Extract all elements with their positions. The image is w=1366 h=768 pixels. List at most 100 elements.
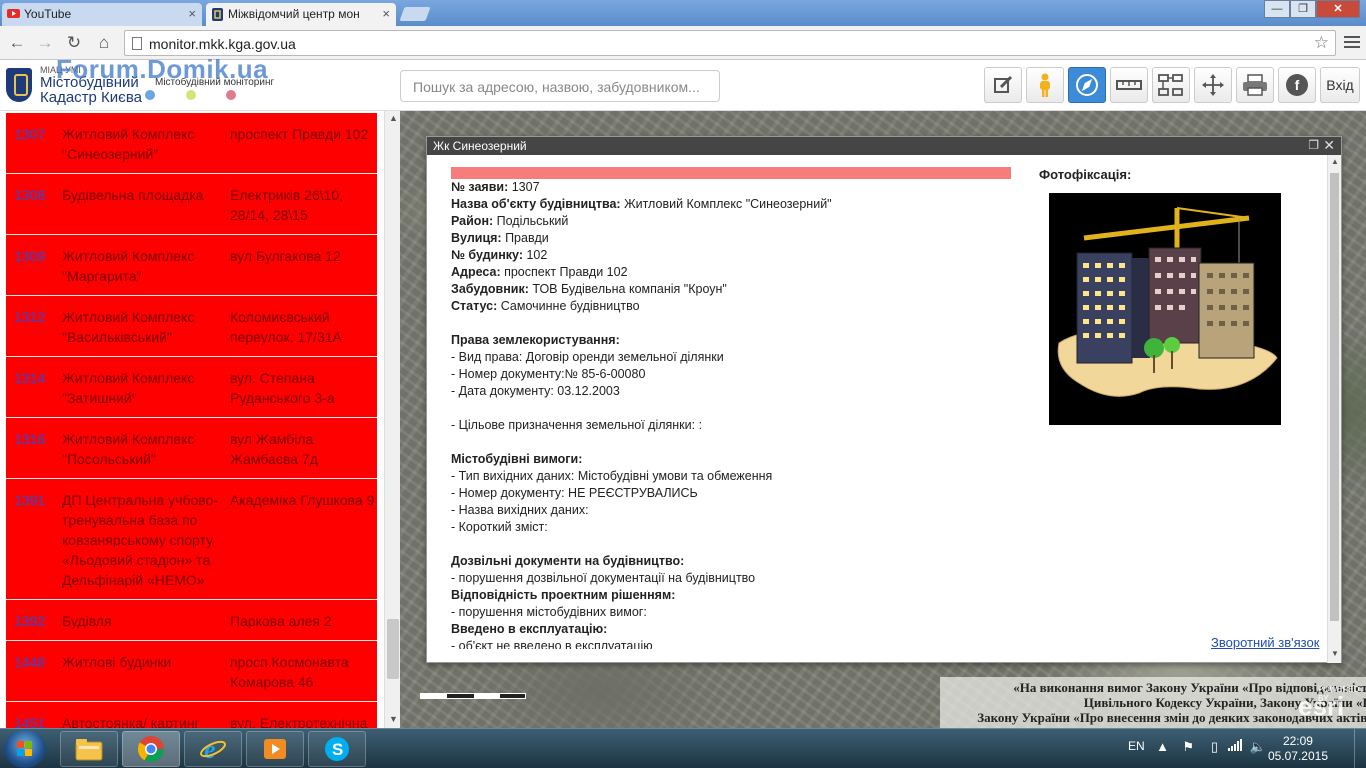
list-item[interactable]: 1316 Житловий Комплекс "Посольський" вул Ж… (6, 418, 377, 479)
show-hidden-icons-arrow-icon[interactable]: ▲ (1156, 739, 1169, 754)
menu-hamburger-icon[interactable] (1344, 36, 1360, 51)
list-item[interactable]: 1392 Будівля Паркова алея 2 (6, 600, 377, 641)
scroll-thumb[interactable] (1330, 173, 1339, 621)
tab-youtube[interactable]: YouTube × (2, 3, 202, 26)
popup-title: Жк Синеозерний (433, 139, 527, 153)
list-item[interactable]: 1391 ДП Центральна учбово-тренувальна баз… (6, 479, 377, 600)
operation-heading: Введено в експлуатацію: (451, 622, 608, 636)
device-icon[interactable]: ▯ (1211, 739, 1218, 755)
move-pan-icon[interactable] (1194, 67, 1232, 103)
address-bar[interactable]: monitor.mkk.kga.gov.ua ☆ (124, 30, 1336, 56)
list-item[interactable]: 1448 Житлові будинки просп.Космонавта Кома… (6, 641, 377, 702)
maximize-button[interactable]: ❐ (1290, 0, 1316, 18)
new-tab-button[interactable] (399, 7, 431, 21)
close-icon[interactable]: × (382, 6, 390, 21)
list-item[interactable]: 1314 Житловий Комплекс "Затишний" вул. Сте… (6, 357, 377, 418)
tab-label: Міжвідомчий центр мон (228, 7, 360, 21)
network-signal-icon[interactable] (1228, 739, 1242, 754)
facebook-icon[interactable]: f (1278, 67, 1316, 103)
list-item-id[interactable]: 1391 (6, 490, 62, 590)
clock-time: 22:09 (1282, 734, 1313, 748)
chrome-icon[interactable] (122, 731, 180, 767)
reload-icon[interactable]: ↻ (63, 32, 85, 54)
scroll-thumb[interactable] (387, 619, 399, 679)
clock[interactable]: 22:09 05.07.2015 (1268, 734, 1328, 764)
info-field: Вулиця: Правди (451, 230, 1011, 247)
objects-list-panel: 1307 Житловий Комплекс "Синеозерний" просп… (0, 111, 400, 728)
satellite-map[interactable]: «На виконання вимог Закону України «Про … (400, 111, 1366, 728)
language-indicator[interactable]: EN (1128, 739, 1145, 753)
info-field: № заяви: 1307 (451, 179, 1011, 196)
info-field: Статус: Самочинне будівництво (451, 298, 1011, 315)
search-input[interactable] (413, 79, 707, 95)
status-bar (451, 167, 1011, 179)
list-item-id[interactable]: 1316 (6, 429, 62, 469)
login-button[interactable]: Вхід (1320, 67, 1360, 103)
street-view-person-icon[interactable] (1026, 67, 1064, 103)
list-item[interactable]: 1307 Житловий Комплекс "Синеозерний" просп… (6, 113, 377, 174)
back-arrow-icon[interactable]: ← (6, 32, 28, 54)
search-box[interactable] (400, 70, 720, 102)
svg-text:S: S (332, 740, 343, 759)
layers-tree-icon[interactable] (1152, 67, 1190, 103)
construction-buildings-crane-icon[interactable] (1049, 193, 1281, 425)
permits-heading: Дозвільні документи на будівництво: (451, 554, 685, 568)
photo-title: Фотофіксація: (1039, 167, 1132, 182)
media-player-icon[interactable] (246, 731, 304, 767)
edit-icon[interactable] (984, 67, 1022, 103)
bookmark-star-icon[interactable]: ☆ (1314, 33, 1329, 53)
list-item[interactable]: 1312 Житловий Комплекс "Васильківський" Ко… (6, 296, 377, 357)
tab-label: YouTube (24, 7, 72, 21)
list-item-id[interactable]: 1309 (6, 246, 62, 286)
print-icon[interactable] (1236, 67, 1274, 103)
urban-line: - Тип вихідних даних: Містобудівні умови… (451, 469, 773, 483)
land-line: - Дата документу: 03.12.2003 (451, 384, 620, 398)
internet-explorer-icon[interactable]: e (184, 731, 242, 767)
compass-icon[interactable] (1068, 67, 1106, 103)
design-heading: Відповідність проектним рішенням: (451, 588, 676, 602)
feedback-link[interactable]: Зворотний зв'язок (1211, 635, 1319, 650)
urban-line: - Назва вихідних даних: (451, 503, 589, 517)
list-item-name: Житлові будинки (62, 654, 172, 670)
volume-icon[interactable]: 🔈 (1250, 739, 1266, 755)
info-field-label: № заяви: (451, 180, 509, 194)
land-line: - Номер документу:№ 85-6-00080 (451, 367, 646, 381)
windows-start-button[interactable] (4, 730, 46, 768)
skype-icon[interactable]: S (308, 731, 366, 767)
list-item-id[interactable]: 1451 (6, 713, 62, 728)
minimize-button[interactable]: — (1264, 0, 1290, 18)
maximize-icon[interactable]: ❐ (1308, 138, 1319, 152)
list-item-id[interactable]: 1308 (6, 185, 62, 225)
list-item-id[interactable]: 1392 (6, 611, 62, 631)
scroll-up-arrow-icon[interactable]: ▲ (1331, 157, 1339, 166)
list-item-id[interactable]: 1312 (6, 307, 62, 347)
list-item-address: Коломиєвський переулок, 17/31А (230, 309, 342, 345)
list-item[interactable]: 1451 Автостоянка/ картинг вул. Електротехн… (6, 702, 377, 728)
list-item-name: Будівля (62, 613, 112, 629)
list-item-id[interactable]: 1448 (6, 652, 62, 692)
explorer-folder-icon[interactable] (60, 731, 118, 767)
forward-arrow-icon[interactable]: → (34, 32, 56, 54)
action-center-flag-icon[interactable]: ⚑ (1182, 739, 1194, 755)
show-desktop-button[interactable] (1354, 729, 1366, 768)
tab-monitor[interactable]: Міжвідомчий центр мон × (206, 3, 396, 26)
ruler-measure-icon[interactable] (1110, 67, 1148, 103)
scroll-up-arrow-icon[interactable]: ▲ (389, 113, 398, 123)
popup-scrollbar[interactable]: ▲ ▼ (1327, 155, 1341, 663)
list-item-id[interactable]: 1307 (6, 124, 62, 164)
close-icon[interactable]: ✕ (1323, 137, 1335, 154)
object-info-popup: Жк Синеозерний ❐ ✕ № заяви: 1307 Назва об… (426, 136, 1342, 663)
list-item[interactable]: 1308 Будівельна площадка Електриків 26\10,… (6, 174, 377, 235)
close-window-button[interactable]: ✕ (1316, 0, 1360, 18)
list-scrollbar[interactable]: ▲ ▼ (384, 111, 400, 728)
info-field-label: Вулиця: (451, 231, 502, 245)
home-icon[interactable]: ⌂ (93, 32, 115, 54)
list-item-address: вул. Степана Руданського 3-а (230, 370, 335, 406)
list-item-name: ДП Центральна учбово-тренувальна база по… (62, 492, 218, 588)
land-heading: Права землекористування: (451, 333, 620, 347)
list-item-id[interactable]: 1314 (6, 368, 62, 408)
close-icon[interactable]: × (188, 6, 196, 21)
list-item[interactable]: 1309 Житловий Комплекс "Маргарита" вул Бул… (6, 235, 377, 296)
scroll-down-arrow-icon[interactable]: ▼ (389, 714, 398, 724)
scroll-down-arrow-icon[interactable]: ▼ (1331, 649, 1339, 658)
